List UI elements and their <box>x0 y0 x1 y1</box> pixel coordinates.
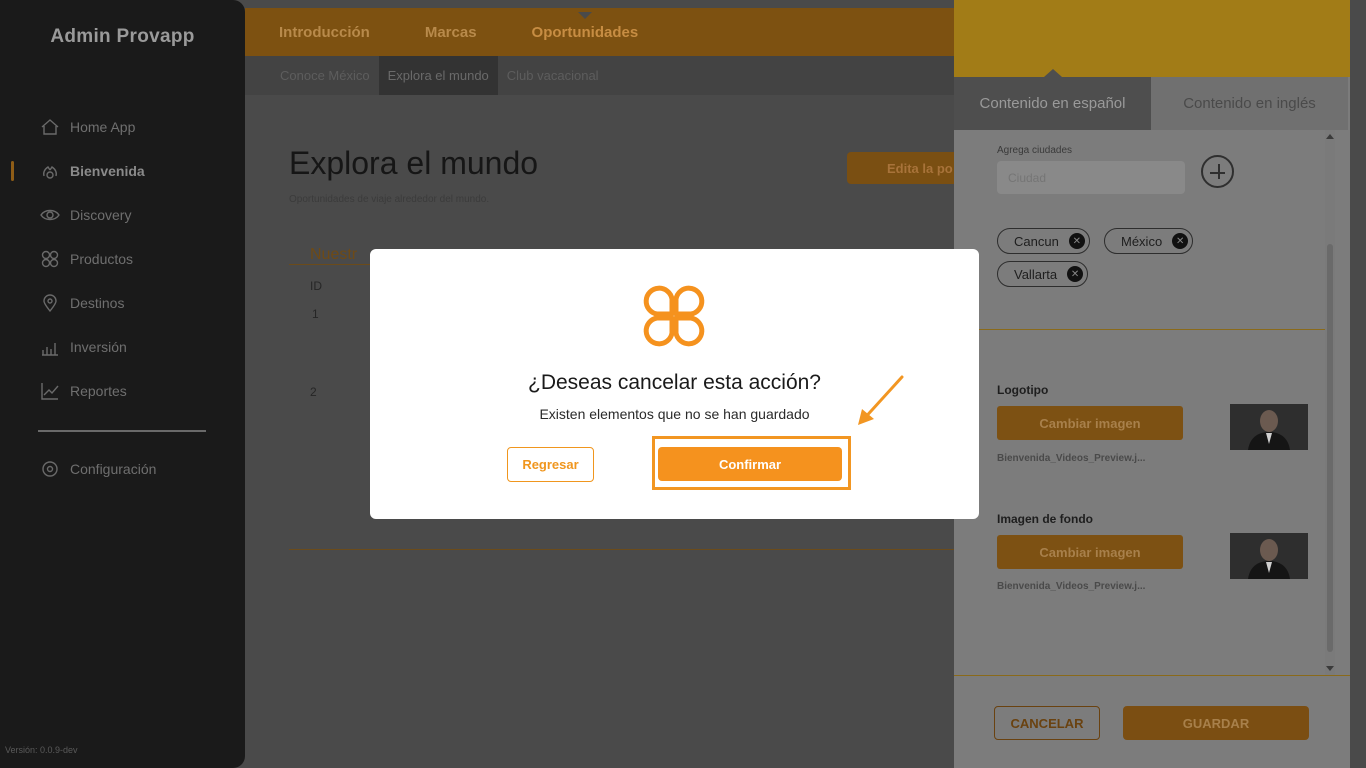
sidebar-item-label: Destinos <box>70 295 125 311</box>
sidebar-item-configuracion[interactable]: Configuración <box>0 454 245 484</box>
subtab-explora-el-mundo[interactable]: Explora el mundo <box>378 56 498 95</box>
sidebar-item-label: Home App <box>70 119 136 135</box>
sidebar-item-label: Reportes <box>70 383 127 399</box>
scroll-thumb[interactable] <box>1327 244 1333 652</box>
section-heading: Nuestr <box>310 246 358 263</box>
annotation-arrow-icon <box>858 375 904 425</box>
edit-panel: Contenido en español Contenido en inglés… <box>954 0 1350 768</box>
background-label: Imagen de fondo <box>997 512 1093 526</box>
background-file-name: Bienvenida_Videos_Preview.j... <box>997 581 1146 592</box>
panel-divider <box>954 329 1334 330</box>
logo-thumbnail <box>1230 404 1308 450</box>
tab-introduccion[interactable]: Introducción <box>279 24 370 41</box>
brand-title: Admin Provapp <box>50 26 195 47</box>
chip-label: México <box>1121 233 1163 249</box>
sidebar: Admin Provapp Home App Bienvenida Discov… <box>0 0 245 768</box>
sidebar-item-reportes[interactable]: Reportes <box>0 376 245 406</box>
remove-chip-icon[interactable]: ✕ <box>1068 233 1085 249</box>
subtab-conoce-mexico[interactable]: Conoce México <box>271 56 379 95</box>
sidebar-item-home-app[interactable]: Home App <box>0 112 245 142</box>
city-chip-vallarta: Vallarta ✕ <box>997 261 1089 287</box>
back-button[interactable]: Regresar <box>507 447 594 482</box>
eye-icon <box>40 205 60 225</box>
tab-contenido-espanol[interactable]: Contenido en español <box>954 77 1151 130</box>
tab-marcas[interactable]: Marcas <box>425 24 477 41</box>
add-city-icon[interactable] <box>1201 155 1234 188</box>
chip-label: Cancun <box>1014 233 1059 249</box>
page-subtitle: Oportunidades de viaje alrededor del mun… <box>289 194 490 205</box>
cancel-button[interactable]: CANCELAR <box>994 706 1100 740</box>
panel-body: Agrega ciudades Cancun ✕ México ✕ Vallar… <box>954 130 1350 675</box>
table-row: 2 <box>310 385 317 399</box>
sidebar-divider <box>38 430 206 432</box>
sidebar-item-inversion[interactable]: Inversión <box>0 332 245 362</box>
sidebar-item-label: Configuración <box>70 461 157 477</box>
hands-icon <box>40 161 60 181</box>
sidebar-item-label: Bienvenida <box>70 163 145 179</box>
scroll-up-icon[interactable] <box>1326 134 1334 139</box>
confirm-button[interactable]: Confirmar <box>658 447 842 481</box>
remove-chip-icon[interactable]: ✕ <box>1067 266 1084 282</box>
table-bottom-divider <box>289 549 954 550</box>
panel-language-tabs: Contenido en español Contenido en inglés <box>954 77 1350 130</box>
change-logo-button[interactable]: Cambiar imagen <box>997 406 1183 440</box>
grid-icon <box>40 249 60 269</box>
sidebar-item-productos[interactable]: Productos <box>0 244 245 274</box>
sidebar-item-label: Discovery <box>70 207 132 223</box>
city-input[interactable] <box>997 161 1185 194</box>
scroll-down-icon[interactable] <box>1326 666 1334 671</box>
remove-chip-icon[interactable]: ✕ <box>1172 233 1189 249</box>
city-chip-mexico: México ✕ <box>1104 228 1194 254</box>
save-button[interactable]: GUARDAR <box>1123 706 1309 740</box>
sidebar-item-discovery[interactable]: Discovery <box>0 200 245 230</box>
edit-button[interactable]: Edita la po <box>847 152 954 184</box>
top-navigation: Introducción Marcas Oportunidades <box>245 8 954 56</box>
logo-file-name: Bienvenida_Videos_Preview.j... <box>997 453 1146 464</box>
version-label: Versión: 0.0.9-dev <box>5 745 78 755</box>
city-chip-cancun: Cancun ✕ <box>997 228 1090 254</box>
panel-scrollbar[interactable] <box>1325 130 1335 675</box>
tab-contenido-ingles[interactable]: Contenido en inglés <box>1151 77 1348 130</box>
table-header-id: ID <box>310 279 322 293</box>
gear-icon <box>40 459 60 479</box>
clover-logo-icon <box>643 285 705 347</box>
tab-oportunidades[interactable]: Oportunidades <box>532 24 639 41</box>
background-thumbnail <box>1230 533 1308 579</box>
location-pin-icon <box>40 293 60 313</box>
subtab-club-vacacional[interactable]: Club vacacional <box>498 56 608 95</box>
table-row: 1 <box>312 307 319 321</box>
sub-navigation: Conoce México Explora el mundo Club vaca… <box>245 56 954 95</box>
panel-footer: CANCELAR GUARDAR <box>954 675 1350 768</box>
logo-label: Logotipo <box>997 383 1049 397</box>
panel-header <box>954 0 1350 77</box>
change-background-button[interactable]: Cambiar imagen <box>997 535 1183 569</box>
home-icon <box>40 117 60 137</box>
sidebar-item-destinos[interactable]: Destinos <box>0 288 245 318</box>
page-title: Explora el mundo <box>289 145 539 181</box>
cities-label: Agrega ciudades <box>997 145 1073 156</box>
sidebar-item-bienvenida[interactable]: Bienvenida <box>0 156 245 186</box>
line-chart-icon <box>40 381 60 401</box>
chip-label: Vallarta <box>1014 266 1058 282</box>
sidebar-item-label: Inversión <box>70 339 127 355</box>
bar-chart-icon <box>40 337 60 357</box>
sidebar-item-label: Productos <box>70 251 134 267</box>
